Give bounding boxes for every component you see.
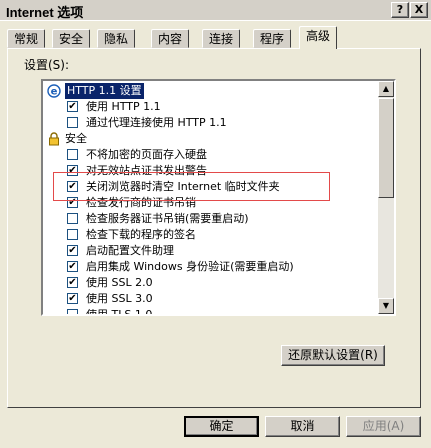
tab-privacy[interactable]: 隐私 bbox=[97, 29, 136, 48]
group-security: 安全 bbox=[43, 131, 378, 147]
tab-strip: 常规 安全 隐私 内容 连接 程序 高级 bbox=[7, 26, 425, 49]
apply-button[interactable]: 应用(A) bbox=[346, 416, 421, 437]
group-http11: e HTTP 1.1 设置 bbox=[43, 83, 378, 99]
list-item[interactable]: 使用 TLS 1.0 bbox=[43, 307, 378, 316]
checkbox[interactable]: ✔ bbox=[67, 197, 78, 208]
restore-defaults-button[interactable]: 还原默认设置(R) bbox=[281, 345, 385, 366]
svg-text:e: e bbox=[51, 87, 58, 98]
checkbox[interactable]: ✔ bbox=[67, 101, 78, 112]
tab-general[interactable]: 常规 bbox=[7, 29, 46, 48]
tab-content[interactable]: 内容 bbox=[151, 29, 190, 48]
checkbox[interactable]: ✔ bbox=[67, 165, 78, 176]
item-label: 使用 HTTP 1.1 bbox=[86, 100, 161, 113]
settings-label: 设置(S): bbox=[24, 58, 70, 72]
scroll-down-icon[interactable]: ▼ bbox=[378, 298, 394, 314]
list-item[interactable]: ✔ 使用 SSL 3.0 bbox=[43, 291, 378, 307]
checkbox[interactable]: ✔ bbox=[67, 261, 78, 272]
checkbox[interactable] bbox=[67, 117, 78, 128]
list-item[interactable]: 检查服务器证书吊销(需要重启动) bbox=[43, 211, 378, 227]
tab-security[interactable]: 安全 bbox=[52, 29, 91, 48]
item-label: 通过代理连接使用 HTTP 1.1 bbox=[86, 116, 227, 129]
checkbox[interactable] bbox=[67, 309, 78, 314]
ok-button[interactable]: 确定 bbox=[184, 416, 259, 437]
item-label: 使用 SSL 2.0 bbox=[86, 276, 153, 289]
item-label: 检查下载的程序的签名 bbox=[86, 228, 196, 241]
help-button[interactable]: ? bbox=[391, 2, 409, 18]
checkbox[interactable]: ✔ bbox=[67, 277, 78, 288]
checkbox[interactable] bbox=[67, 229, 78, 240]
checkbox[interactable]: ✔ bbox=[67, 181, 78, 192]
title-bar: Internet 选项 ? X bbox=[0, 0, 431, 21]
list-item[interactable]: 通过代理连接使用 HTTP 1.1 bbox=[43, 115, 378, 131]
item-label: 对无效站点证书发出警告 bbox=[86, 164, 207, 177]
item-label: 关闭浏览器时清空 Internet 临时文件夹 bbox=[86, 180, 280, 193]
scroll-up-icon[interactable]: ▲ bbox=[378, 81, 394, 97]
list-item[interactable]: ✔ 启用集成 Windows 身份验证(需要重启动) bbox=[43, 259, 378, 275]
checkbox[interactable]: ✔ bbox=[67, 245, 78, 256]
list-item[interactable]: 检查下载的程序的签名 bbox=[43, 227, 378, 243]
vertical-scrollbar[interactable]: ▲ ▼ bbox=[378, 81, 394, 314]
cancel-button[interactable]: 取消 bbox=[265, 416, 340, 437]
list-item[interactable]: ✔ 使用 SSL 2.0 bbox=[43, 275, 378, 291]
list-item[interactable]: ✔ 启动配置文件助理 bbox=[43, 243, 378, 259]
checkbox[interactable] bbox=[67, 149, 78, 160]
item-label: 启动配置文件助理 bbox=[86, 244, 174, 257]
checkbox[interactable]: ✔ bbox=[67, 293, 78, 304]
item-label: 使用 SSL 3.0 bbox=[86, 292, 153, 305]
item-label: 不将加密的页面存入硬盘 bbox=[86, 148, 207, 161]
group-label: 安全 bbox=[65, 132, 87, 145]
list-item[interactable]: ✔ 关闭浏览器时清空 Internet 临时文件夹 bbox=[43, 179, 378, 195]
item-label: 检查服务器证书吊销(需要重启动) bbox=[86, 212, 249, 225]
globe-icon: e bbox=[47, 84, 61, 98]
tab-programs[interactable]: 程序 bbox=[253, 29, 292, 48]
group-label: HTTP 1.1 设置 bbox=[65, 83, 144, 99]
scroll-thumb[interactable] bbox=[378, 98, 394, 198]
tab-advanced[interactable]: 高级 bbox=[299, 26, 338, 49]
list-item[interactable]: ✔ 检查发行商的证书吊销 bbox=[43, 195, 378, 211]
item-label: 启用集成 Windows 身份验证(需要重启动) bbox=[86, 260, 294, 273]
list-item[interactable]: ✔ 对无效站点证书发出警告 bbox=[43, 163, 378, 179]
window-title: Internet 选项 bbox=[6, 5, 84, 20]
tab-connections[interactable]: 连接 bbox=[202, 29, 241, 48]
list-item[interactable]: 不将加密的页面存入硬盘 bbox=[43, 147, 378, 163]
close-button[interactable]: X bbox=[410, 2, 428, 18]
checkbox[interactable] bbox=[67, 213, 78, 224]
settings-listbox[interactable]: e HTTP 1.1 设置 ✔ 使用 HTTP 1.1 通过代理连接使用 HTT… bbox=[41, 79, 396, 316]
item-label: 检查发行商的证书吊销 bbox=[86, 196, 196, 209]
lock-icon bbox=[47, 132, 61, 146]
list-item[interactable]: ✔ 使用 HTTP 1.1 bbox=[43, 99, 378, 115]
item-label: 使用 TLS 1.0 bbox=[86, 308, 153, 316]
